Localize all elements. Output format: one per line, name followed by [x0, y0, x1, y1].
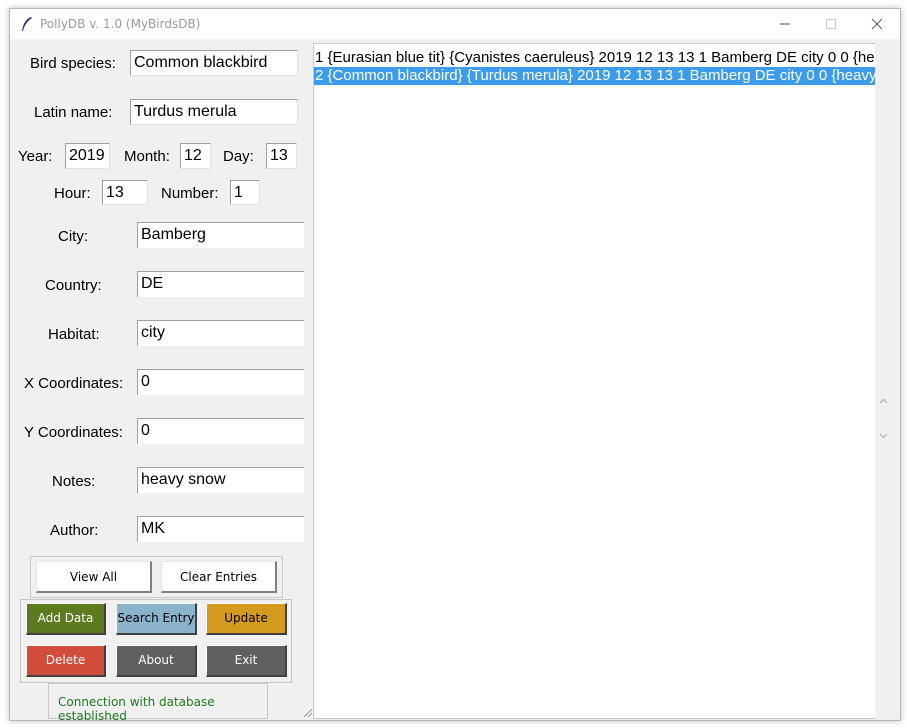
x-coordinates-label: X Coordinates:	[24, 375, 124, 392]
year-field[interactable]: 2019	[65, 143, 110, 169]
exit-button[interactable]: Exit	[206, 645, 287, 677]
update-button[interactable]: Update	[206, 603, 287, 635]
month-field[interactable]: 12	[180, 143, 211, 169]
day-label: Day:	[223, 148, 254, 165]
results-listbox[interactable]: 1 {Eurasian blue tit} {Cyanistes caerule…	[313, 43, 884, 719]
y-coordinates-field[interactable]: 0	[137, 418, 304, 444]
close-button[interactable]	[854, 9, 900, 39]
number-label: Number:	[161, 185, 219, 202]
status-bar: Connection with database established	[48, 683, 268, 723]
y-coordinates-label: Y Coordinates:	[24, 424, 123, 441]
notes-field[interactable]: heavy snow	[137, 467, 304, 493]
title-bar: PollyDB v. 1.0 (MyBirdsDB)	[10, 9, 900, 39]
close-icon	[871, 18, 883, 30]
species-field[interactable]: Common blackbird	[130, 50, 298, 76]
list-item-selected[interactable]: 2 {Common blackbird} {Turdus merula} 201…	[314, 67, 883, 85]
status-text: Connection with database established	[58, 695, 215, 723]
year-label: Year:	[18, 148, 53, 165]
vertical-scrollbar[interactable]	[875, 43, 892, 719]
latin-name-label: Latin name:	[34, 104, 113, 121]
month-label: Month:	[124, 148, 170, 165]
add-data-button[interactable]: Add Data	[26, 603, 106, 635]
author-label: Author:	[50, 522, 99, 539]
habitat-label: Habitat:	[48, 326, 100, 343]
country-field[interactable]: DE	[137, 271, 304, 297]
view-all-button[interactable]: View All	[36, 561, 152, 593]
day-field[interactable]: 13	[266, 143, 297, 169]
country-label: Country:	[45, 277, 102, 294]
list-item[interactable]: 1 {Eurasian blue tit} {Cyanistes caerule…	[314, 49, 883, 67]
scroll-down-icon[interactable]	[879, 431, 888, 440]
x-coordinates-field[interactable]: 0	[137, 369, 304, 395]
clear-entries-button[interactable]: Clear Entries	[161, 561, 277, 593]
hour-field[interactable]: 13	[102, 180, 148, 205]
app-window: PollyDB v. 1.0 (MyBirdsDB) Bird species:…	[9, 8, 901, 723]
about-button[interactable]: About	[116, 645, 197, 677]
hour-label: Hour:	[54, 185, 91, 202]
minimize-icon	[780, 23, 790, 25]
delete-button[interactable]: Delete	[26, 645, 106, 677]
notes-label: Notes:	[52, 473, 96, 490]
species-label: Bird species:	[30, 55, 116, 72]
author-field[interactable]: MK	[137, 516, 304, 542]
number-field[interactable]: 1	[230, 180, 260, 205]
window-title: PollyDB v. 1.0 (MyBirdsDB)	[40, 17, 201, 31]
resize-grip-icon[interactable]	[304, 709, 312, 717]
habitat-field[interactable]: city	[137, 320, 304, 346]
scroll-up-icon[interactable]	[879, 397, 888, 406]
latin-name-field[interactable]: Turdus merula	[130, 99, 298, 125]
city-field[interactable]: Bamberg	[137, 222, 304, 248]
city-label: City:	[58, 228, 88, 245]
maximize-button[interactable]	[808, 9, 854, 39]
search-entry-button[interactable]: Search Entry	[116, 603, 197, 635]
maximize-icon	[826, 19, 836, 29]
feather-icon	[20, 16, 34, 32]
minimize-button[interactable]	[762, 9, 808, 39]
